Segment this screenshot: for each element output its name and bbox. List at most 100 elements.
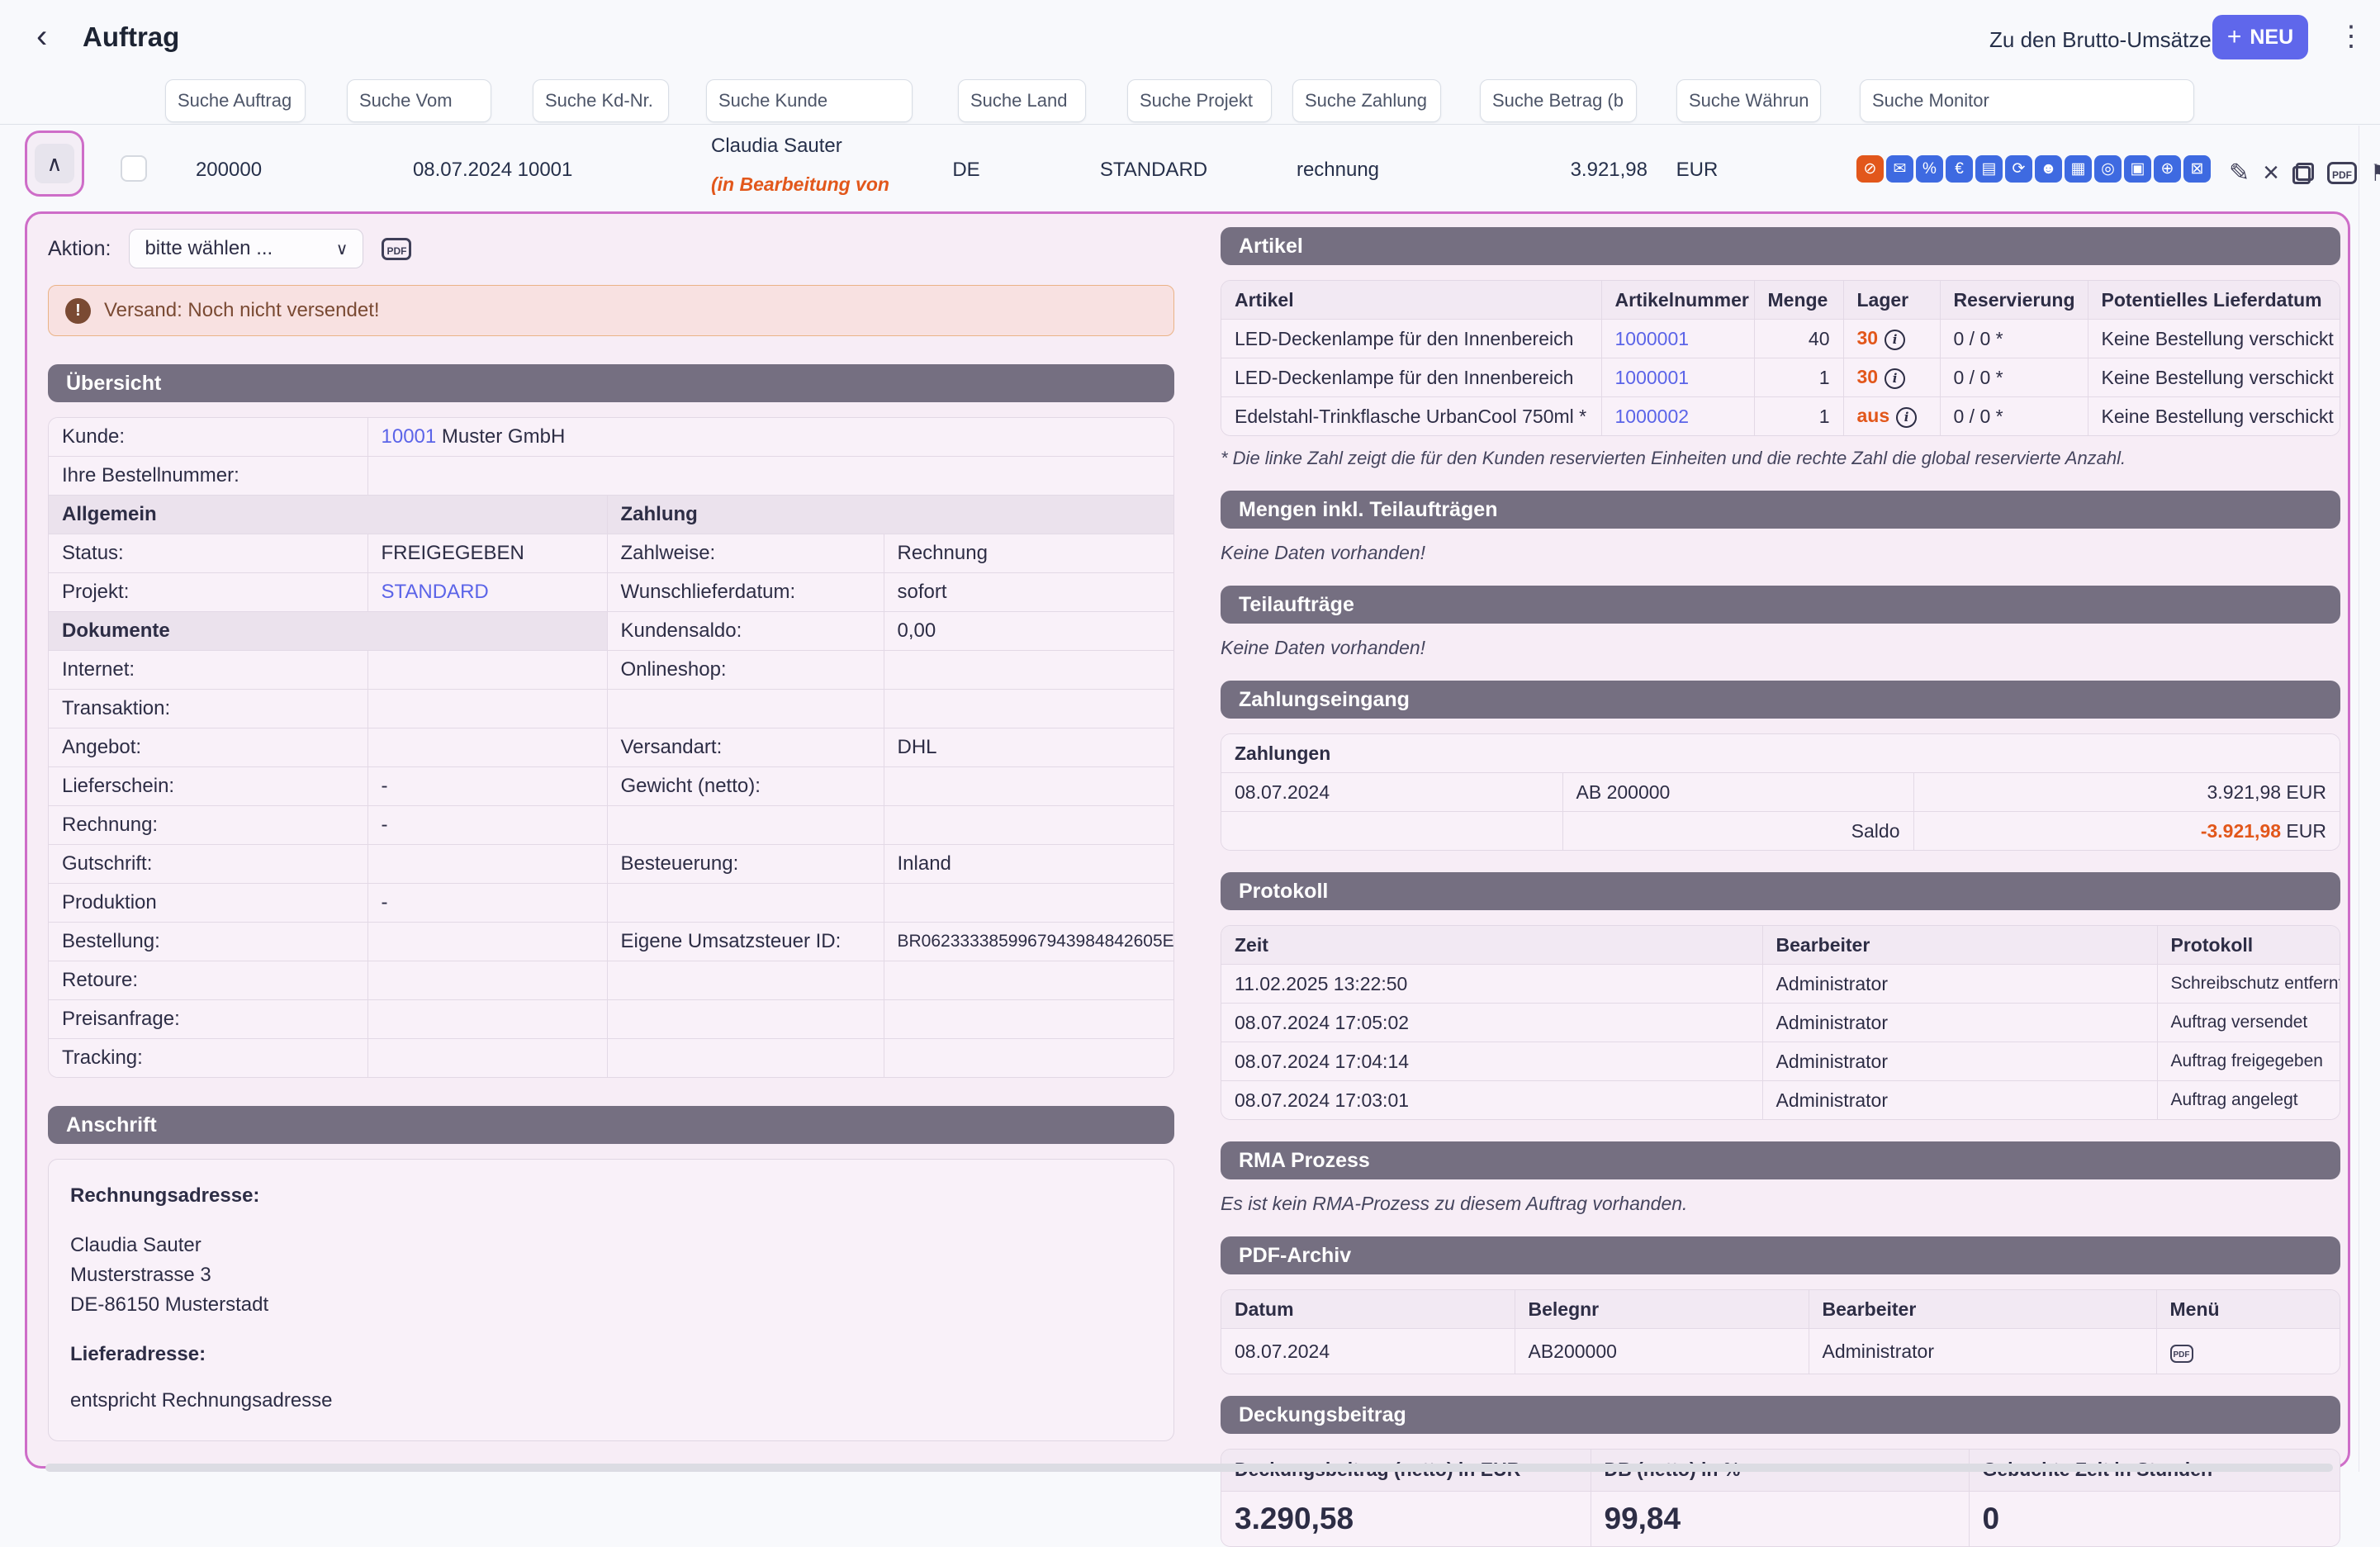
row-checkbox[interactable] (121, 155, 147, 182)
new-order-button[interactable]: + NEU (2212, 15, 2308, 59)
globe-check-icon[interactable]: ⊕ (2154, 155, 2181, 183)
besteuerung-value: Inland (884, 845, 1173, 884)
card-refresh-icon[interactable]: ⟳ (2005, 155, 2032, 183)
wunschlieferdatum-value: sofort (884, 573, 1173, 612)
wunschlieferdatum-label: Wunschlieferdatum: (607, 573, 884, 612)
kundensaldo-value: 0,00 (884, 612, 1173, 651)
saldo-label: Saldo (1562, 812, 1913, 851)
percent-icon[interactable]: % (1916, 155, 1943, 183)
search-betrag-input[interactable] (1480, 79, 1637, 122)
banknote-icon[interactable]: ▤ (1975, 155, 2003, 183)
projekt-label: Projekt: (49, 573, 367, 612)
versand-warning-banner: ! Versand: Noch nicht versendet! (48, 285, 1174, 336)
pdf-icon[interactable]: PDF (2327, 162, 2357, 184)
pdf-bearbeiter: Administrator (1809, 1329, 2156, 1374)
onlineshop-label: Onlineshop: (607, 651, 884, 690)
coin-euro-icon[interactable]: ◎ (2094, 155, 2122, 183)
angebot-value (367, 728, 607, 767)
protokoll-text: Auftrag versendet (2157, 1004, 2340, 1042)
db-prozent-value: 99,84 (1591, 1491, 1969, 1546)
kebab-menu-icon[interactable]: ⋮ (2337, 20, 2367, 53)
order-table-row: ∧ 200000 08.07.2024 10001 Claudia Sauter… (0, 126, 2380, 211)
collapse-row-button[interactable]: ∧ (35, 144, 74, 183)
euro-icon[interactable]: € (1946, 155, 1973, 183)
table-row: 08.07.2024 AB200000 Administrator PDF (1221, 1329, 2340, 1374)
internet-label: Internet: (49, 651, 367, 690)
rechnungsadresse-label: Rechnungsadresse: (70, 1184, 1152, 1208)
status-label: Status: (49, 534, 367, 573)
protokoll-table: Zeit Bearbeiter Protokoll 11.02.2025 13:… (1221, 925, 2340, 1120)
cell-land: DE (941, 159, 991, 182)
zahlungen-table: Zahlungen 08.07.2024 AB 200000 3.921,98 … (1221, 733, 2340, 851)
info-icon[interactable]: i (1896, 407, 1917, 428)
info-icon[interactable]: i (1885, 330, 1905, 350)
bestellnummer-label: Ihre Bestellnummer: (49, 457, 367, 496)
retoure-label: Retoure: (49, 961, 367, 1000)
person-icon[interactable]: ☻ (2035, 155, 2062, 183)
row-action-strip: ✎ × PDF ⚑ (2229, 157, 2380, 189)
bearbeiter-col-header: Bearbeiter (1762, 926, 2157, 965)
pdf-archiv-table: Datum Belegnr Bearbeiter Menü 08.07.2024… (1221, 1289, 2340, 1374)
cell-zahlung: rechnung (1288, 159, 1387, 182)
search-kunde-input[interactable] (706, 79, 913, 122)
gewicht-value (884, 767, 1173, 806)
search-monitor-input[interactable] (1860, 79, 2194, 122)
cell-waehrung: EUR (1660, 159, 1734, 182)
artikel-lager: ausi (1843, 397, 1940, 436)
mail-document-icon[interactable]: ✉ (1886, 155, 1913, 183)
dokumente-subheader: Dokumente (49, 612, 607, 651)
search-kdnr-input[interactable] (533, 79, 669, 122)
protokoll-bearbeiter: Administrator (1762, 1004, 2157, 1042)
artikelnummer-link[interactable]: 1000001 (1601, 320, 1754, 358)
protokoll-section-header: Protokoll (1221, 872, 2340, 910)
cell-kd-nr: 10001 (504, 159, 586, 182)
angebot-label: Angebot: (49, 728, 367, 767)
search-land-input[interactable] (958, 79, 1086, 122)
zahlung-subheader: Zahlung (607, 496, 1173, 534)
transaktion-value (367, 690, 607, 728)
search-vom-input[interactable] (347, 79, 491, 122)
search-projekt-input[interactable] (1127, 79, 1272, 122)
address-city: DE-86150 Musterstadt (70, 1290, 1152, 1320)
artikel-name: LED-Deckenlampe für den Innenbereich (1221, 358, 1601, 397)
aktion-pdf-button[interactable]: PDF (382, 238, 411, 260)
search-zahlung-input[interactable] (1292, 79, 1441, 122)
print-blocked-icon[interactable]: ⊘ (1856, 155, 1884, 183)
protokoll-text: Auftrag angelegt (2157, 1081, 2340, 1120)
gutschrift-value (367, 845, 607, 884)
search-waehrung-input[interactable] (1676, 79, 1821, 122)
table-row: 08.07.2024 17:03:01 Administrator Auftra… (1221, 1081, 2340, 1120)
edit-icon[interactable]: ✎ (2229, 159, 2250, 187)
besteuerung-label: Besteuerung: (607, 845, 884, 884)
protokoll-zeit: 08.07.2024 17:04:14 (1221, 1042, 1762, 1081)
projekt-link[interactable]: STANDARD (367, 573, 607, 612)
truck-icon[interactable]: ▣ (2124, 155, 2151, 183)
artikel-reservierung: 0 / 0 * (1940, 358, 2088, 397)
pdf-belegnr: AB200000 (1515, 1329, 1809, 1374)
artikel-menge: 40 (1754, 320, 1843, 358)
artikelnummer-link[interactable]: 1000002 (1601, 397, 1754, 436)
detail-right-column: Artikel Artikel Artikelnummer Menge Lage… (1221, 227, 2340, 1547)
calendar-icon[interactable]: ▦ (2065, 155, 2092, 183)
protokoll-bearbeiter: Administrator (1762, 965, 2157, 1004)
pdf-download-icon[interactable]: PDF (2170, 1345, 2193, 1363)
horizontal-scrollbar[interactable] (45, 1464, 2333, 1472)
aktion-select[interactable]: bitte wählen ... ∨ (129, 229, 363, 268)
info-icon[interactable]: i (1885, 368, 1905, 389)
kunde-number-link[interactable]: 10001 (382, 425, 437, 448)
delete-icon[interactable]: × (2263, 157, 2279, 189)
teilauftraege-empty-text: Keine Daten vorhanden! (1221, 637, 2340, 659)
back-icon[interactable]: ‹ (36, 18, 47, 55)
lieferschein-value: - (367, 767, 607, 806)
copy-icon[interactable] (2292, 163, 2314, 184)
detail-left-column: Aktion: bitte wählen ... ∨ PDF ! Versand… (48, 227, 1174, 1441)
artikelnummer-link[interactable]: 1000001 (1601, 358, 1754, 397)
table-row: 11.02.2025 13:22:50 Administrator Schrei… (1221, 965, 2340, 1004)
bearbeiter-col-header: Bearbeiter (1809, 1290, 2156, 1329)
menue-col-header: Menü (2156, 1290, 2340, 1329)
train-x-icon[interactable]: ⊠ (2183, 155, 2211, 183)
brutto-umsaetze-label: Zu den Brutto-Umsätzen (1989, 27, 2223, 53)
bookmark-add-icon[interactable]: ⚑ (2370, 159, 2380, 187)
search-auftrag-input[interactable] (165, 79, 306, 122)
transaktion-label: Transaktion: (49, 690, 367, 728)
